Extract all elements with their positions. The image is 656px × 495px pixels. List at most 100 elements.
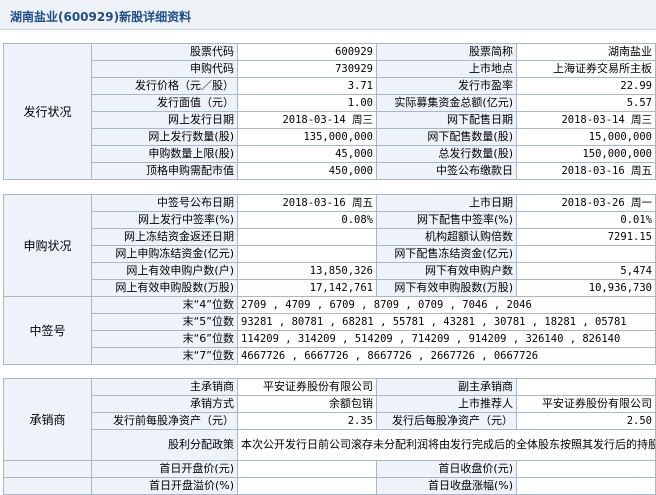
field-label: 发行价格（元／股） [91, 77, 238, 95]
field-value [516, 245, 656, 263]
subscribe-table: 申购状况 中签号公布日期 2018-03-16 周五 上市日期 2018-03-… [3, 194, 656, 297]
table-row: 首日开盘价(元) 首日收盘价(元) [3, 460, 656, 478]
field-label: 网下配售日期 [376, 111, 517, 129]
lottery-numbers: 114209 , 314209 , 514209 , 714209 , 9142… [237, 330, 656, 348]
field-value: 730929 [237, 60, 377, 78]
field-label: 网上发行中签率(%) [91, 211, 238, 229]
field-label: 发行后每股净资产（元） [376, 412, 517, 430]
table-row: 末“6”位数 114209 , 314209 , 514209 , 714209… [4, 330, 656, 348]
field-value: 2.50 [516, 412, 656, 430]
field-label: 网上申购冻结资金(亿元) [91, 245, 238, 263]
field-label: 网下配售冻结资金(亿元) [376, 245, 517, 263]
field-value [516, 378, 656, 396]
table-row: 网上有效申购户数(户) 13,850,326 网下有效申购户数 5,474 [4, 262, 656, 280]
table-row: 网上发行日期 2018-03-14 周三 网下配售日期 2018-03-14 周… [4, 111, 656, 129]
field-label: 网上发行数量(股) [91, 128, 238, 146]
table-row: 首日开盘溢价(%) 首日收盘涨幅(%) [3, 477, 656, 495]
field-value: 0.01% [516, 211, 656, 229]
field-label: 网上有效申购户数(户) [91, 262, 238, 280]
table-row: 发行面值（元） 1.00 实际募集资金总额(亿元) 5.57 [4, 94, 656, 112]
field-label: 发行市盈率 [376, 77, 517, 95]
field-value: 平安证券股份有限公司 [516, 395, 656, 413]
table-row: 网上申购冻结资金(亿元) 网下配售冻结资金(亿元) [4, 245, 656, 263]
field-value: 5.57 [516, 94, 656, 112]
field-label: 上市地点 [376, 60, 517, 78]
field-label: 总发行数量(股) [376, 145, 517, 163]
table-row: 网上发行中签率(%) 0.08% 网下配售中签率(%) 0.01% [4, 211, 656, 229]
table-row: 中签号 末“4”位数 2709 , 4709 , 6709 , 8709 , 0… [3, 296, 656, 365]
field-value: 3.71 [237, 77, 377, 95]
field-value: 2018-03-14 周三 [237, 111, 377, 129]
field-value: 1.00 [237, 94, 377, 112]
blank-cell [3, 477, 92, 495]
page-title: 湖南盐业(600929)新股详细资料 [10, 10, 192, 24]
blank-cell [3, 460, 92, 478]
field-value: 上海证券交易所主板 [516, 60, 656, 78]
dividend-policy-text: 本次公开发行日前公司滚存未分配利润将由发行完成后的全体股东按照其发行后的持股比例… [237, 429, 656, 461]
field-value: 13,850,326 [237, 262, 377, 280]
lottery-numbers: 4667726 , 6667726 , 8667726 , 2667726 , … [237, 347, 656, 365]
field-value [237, 460, 377, 478]
field-value: 22.99 [516, 77, 656, 95]
field-label: 首日开盘价(元) [91, 460, 238, 478]
field-value: 平安证券股份有限公司 [237, 378, 377, 396]
field-label: 首日收盘涨幅(%) [376, 477, 517, 495]
field-label: 股票简称 [376, 43, 517, 61]
field-label: 顶格申购需配市值 [91, 162, 238, 180]
field-label: 网下有效申购股数(万股) [376, 279, 517, 297]
field-value: 余额包销 [237, 395, 377, 413]
field-label: 网上冻结资金返还日期 [91, 228, 238, 246]
field-value: 2018-03-14 周三 [516, 111, 656, 129]
table-row: 申购数量上限(股) 45,000 总发行数量(股) 150,000,000 [4, 145, 656, 163]
field-label: 申购数量上限(股) [91, 145, 238, 163]
table-row: 股利分配政策 本次公开发行日前公司滚存未分配利润将由发行完成后的全体股东按照其发… [4, 429, 656, 461]
issue-table: 发行状况 股票代码 600929 股票简称 湖南盐业 申购代码 730929 上… [3, 43, 656, 180]
field-value: 0.08% [237, 211, 377, 229]
field-value: 湖南盐业 [516, 43, 656, 61]
field-label: 发行前每股净资产（元） [91, 412, 238, 430]
field-label: 末“4”位数 [91, 296, 238, 314]
field-label: 中签号公布日期 [91, 194, 238, 212]
table-row: 网上冻结资金返还日期 机构超额认购倍数 7291.15 [4, 228, 656, 246]
field-value: 45,000 [237, 145, 377, 163]
field-value: 150,000,000 [516, 145, 656, 163]
field-label: 发行面值（元） [91, 94, 238, 112]
section-label-lottery: 中签号 [3, 296, 92, 365]
table-row: 申购代码 730929 上市地点 上海证券交易所主板 [4, 60, 656, 78]
field-value: 2018-03-16 周五 [237, 194, 377, 212]
field-value [516, 477, 656, 495]
field-value [516, 460, 656, 478]
field-label: 网下配售数量(股) [376, 128, 517, 146]
field-value: 450,000 [237, 162, 377, 180]
field-value: 2018-03-26 周一 [516, 194, 656, 212]
field-label: 首日开盘溢价(%) [91, 477, 238, 495]
lottery-numbers: 93281 , 80781 , 68281 , 55781 , 43281 , … [237, 313, 656, 331]
field-value: 15,000,000 [516, 128, 656, 146]
field-value: 17,142,761 [237, 279, 377, 297]
table-row: 顶格申购需配市值 450,000 中签公布缴款日 2018-03-16 周五 [4, 162, 656, 180]
field-value [237, 228, 377, 246]
field-value: 135,000,000 [237, 128, 377, 146]
field-label: 承销方式 [91, 395, 238, 413]
field-label: 申购代码 [91, 60, 238, 78]
table-row: 发行价格（元／股） 3.71 发行市盈率 22.99 [4, 77, 656, 95]
table-row: 发行状况 股票代码 600929 股票简称 湖南盐业 [3, 43, 656, 180]
underwriter-table: 承销商 主承销商 平安证券股份有限公司 副主承销商 承销方式 余额包销 上市推荐… [3, 378, 656, 495]
table-row: 承销商 主承销商 平安证券股份有限公司 副主承销商 [3, 378, 656, 461]
field-label: 主承销商 [91, 378, 238, 396]
table-row: 网上发行数量(股) 135,000,000 网下配售数量(股) 15,000,0… [4, 128, 656, 146]
table-row: 网上有效申购股数(万股) 17,142,761 网下有效申购股数(万股) 10,… [4, 279, 656, 297]
field-label: 末“7”位数 [91, 347, 238, 365]
table-row: 发行前每股净资产（元） 2.35 发行后每股净资产（元） 2.50 [4, 412, 656, 430]
field-value [237, 245, 377, 263]
field-label: 实际募集资金总额(亿元) [376, 94, 517, 112]
field-label: 网下有效申购户数 [376, 262, 517, 280]
title-bar: 湖南盐业(600929)新股详细资料 [0, 0, 656, 30]
field-label: 股利分配政策 [91, 429, 238, 461]
field-value: 7291.15 [516, 228, 656, 246]
field-label: 副主承销商 [376, 378, 517, 396]
lottery-numbers: 2709 , 4709 , 6709 , 8709 , 0709 , 7046 … [237, 296, 656, 314]
field-label: 中签公布缴款日 [376, 162, 517, 180]
field-label: 网上有效申购股数(万股) [91, 279, 238, 297]
field-value: 2.35 [237, 412, 377, 430]
